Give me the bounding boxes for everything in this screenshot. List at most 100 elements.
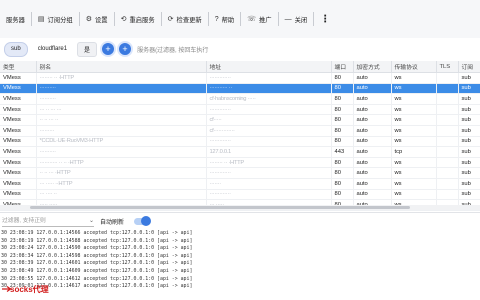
toolbar-close-button[interactable]: — 关闭 xyxy=(279,0,314,38)
toggle-knob xyxy=(141,215,152,226)
col-alias[interactable]: 别名 xyxy=(36,61,207,73)
cell-port: 80 xyxy=(331,167,354,179)
col-encryption[interactable]: 加密方式 xyxy=(353,61,392,73)
cell-type: VMess xyxy=(0,189,37,201)
toolbar-label: 重启服务 xyxy=(129,16,155,24)
cell-type: VMess xyxy=(0,83,37,95)
toolbar-label: 设置 xyxy=(94,16,108,24)
cell-port: 80 xyxy=(331,104,354,116)
cell-enc: auto xyxy=(353,157,392,169)
toolbar-help-button[interactable]: ? 帮助 xyxy=(209,0,241,38)
cell-sub: sub xyxy=(458,189,480,201)
toolbar-subscription-button[interactable]: ▤ 订阅分组 xyxy=(32,0,79,38)
cell-port: 80 xyxy=(331,157,354,169)
cell-port: 80 xyxy=(331,114,354,126)
toolbar-server-button[interactable]: 服务器 xyxy=(0,0,31,38)
table-row[interactable]: VMess ·········· cf·habnscoming ····· 80 aut… xyxy=(0,93,480,105)
more-menu-icon[interactable]: ⋮ xyxy=(314,14,336,25)
cell-type: VMess xyxy=(0,72,37,84)
table-row[interactable]: VMess ·· ·· ··· ·· cf····· 80 auto ws sub xyxy=(0,114,480,126)
col-type[interactable]: 类型 xyxy=(0,61,37,73)
cell-type: VMess xyxy=(0,125,37,137)
cell-net: ws xyxy=(391,104,437,116)
cell-enc: auto xyxy=(353,178,392,190)
chip-sub[interactable]: sub xyxy=(4,41,28,57)
log-line: 30 23:08:49 127.0.0.1:14609 accepted tcp… xyxy=(1,267,193,274)
cell-sub: sub xyxy=(458,104,480,116)
auto-refresh-label: 自动刷新 xyxy=(100,219,125,226)
cell-sub: sub xyxy=(458,125,480,137)
toolbar-label: 服务器 xyxy=(6,16,25,24)
cell-alias: ·········· xyxy=(36,93,207,105)
cell-tls xyxy=(436,83,459,95)
cell-addr: ······· xyxy=(206,178,332,190)
table-row[interactable]: VMess ········· cf············· 80 auto ws sub xyxy=(0,125,480,137)
add-server-button[interactable]: + xyxy=(119,43,132,55)
cell-type: VMess xyxy=(0,114,37,126)
toolbar-promote-button[interactable]: ☏ 推广 xyxy=(241,0,277,38)
toolbar-label: 检查更新 xyxy=(176,16,202,24)
cell-enc: auto xyxy=(353,210,392,211)
log-filter-row: 过滤器, 支持正则 ⌄ 自动刷新 xyxy=(0,212,480,229)
subscription-filter-row: sub cloudflare1 是 + + 服务器(过滤器, 按回车执行 xyxy=(0,38,480,60)
gear-icon: ⚙ xyxy=(85,16,92,23)
toolbar-update-button[interactable]: ⟳ 检查更新 xyxy=(162,0,208,38)
cell-net: ws xyxy=(391,189,437,201)
chevron-down-icon[interactable]: ⌄ xyxy=(89,216,94,226)
cell-tls xyxy=(436,114,459,126)
auto-refresh-toggle[interactable] xyxy=(134,215,152,226)
cell-addr: ··········· ·· xyxy=(206,83,332,95)
cell-alias: ··········· ·· ·· ·HTTP xyxy=(36,157,207,169)
cell-enc: auto xyxy=(353,114,392,126)
table-row[interactable]: VMess *CCDL·UE·RuoVM3·HTTP ············· 80… xyxy=(0,136,480,148)
cell-enc: auto xyxy=(353,146,392,158)
col-transport[interactable]: 传输协议 xyxy=(391,61,437,73)
cell-net: ws xyxy=(391,83,437,95)
table-row[interactable]: VMess ·········· 127.0.0.1 443 auto tcp sub xyxy=(0,146,480,158)
cell-alias: ·· ·· ··· ·HTTP xyxy=(36,167,207,179)
log-line: 30 23:08:55 127.0.0.1:14612 accepted tcp… xyxy=(1,275,193,282)
col-tls[interactable]: TLS xyxy=(436,61,459,73)
cell-alias: ··· ···· ·· xyxy=(36,189,207,201)
server-search-input[interactable]: 服务器(过滤器, 按回车执行 xyxy=(137,43,287,56)
cell-enc: auto xyxy=(353,83,392,95)
cell-alias: ········· xyxy=(36,125,207,137)
cell-port: 80 xyxy=(331,93,354,105)
horizontal-scrollbar[interactable] xyxy=(0,205,480,210)
cell-port: 80 xyxy=(331,83,354,95)
cell-addr: ············· xyxy=(206,167,332,179)
plus-icon: + xyxy=(105,44,111,54)
table-row[interactable]: VMess··················80autowssub xyxy=(0,210,480,211)
restart-icon: ⟲ xyxy=(120,16,127,23)
table-row[interactable]: VMess ········ ·· ·HTTP ············· 80 aut… xyxy=(0,72,480,84)
cell-port: 80 xyxy=(331,210,354,211)
toolbar-restart-button[interactable]: ⟲ 重启服务 xyxy=(115,0,161,38)
cell-addr: 127.0.0.1 xyxy=(206,146,332,158)
plus-icon: + xyxy=(122,44,128,54)
table-header: 类型 别名 地址 端口 加密方式 传输协议 TLS 订阅 xyxy=(0,61,480,73)
cell-tls xyxy=(436,104,459,116)
cell-type: VMess xyxy=(0,157,37,169)
col-subscription[interactable]: 订阅 xyxy=(458,61,480,73)
table-row[interactable]: VMess ··· ···· ·· ············· 80 auto ws sub xyxy=(0,189,480,201)
subscription-icon: ▤ xyxy=(37,16,45,23)
col-port[interactable]: 端口 xyxy=(331,61,354,73)
table-row[interactable]: VMess ··········· ·· ·· ·HTTP ········ ·· … xyxy=(0,157,480,169)
log-line: 30 23:08:24 127.0.0.1:14590 accepted tcp… xyxy=(1,245,193,252)
table-row[interactable]: VMess ··· ·· ··· ··· ············· 80 auto ws… xyxy=(0,104,480,116)
chip-yes[interactable]: 是 xyxy=(77,41,98,57)
add-subscription-button[interactable]: + xyxy=(102,43,115,55)
chip-cloudflare1[interactable]: cloudflare1 xyxy=(32,43,73,56)
table-row[interactable]: VMess ··· ····· ··HTTP ······· 80 auto ws sub xyxy=(0,178,480,190)
table-row[interactable]: VMess ·· ·· ··· ·HTTP ············· 80 auto w… xyxy=(0,167,480,179)
cell-addr: ············· xyxy=(206,104,332,116)
log-filter-input[interactable]: 过滤器, 支持正则 ⌄ xyxy=(2,216,94,227)
table-row[interactable]: VMess ·········· ··········· ·· 80 auto ws sub xyxy=(0,83,480,95)
cell-alias: ········· xyxy=(36,210,207,211)
scrollbar-thumb[interactable] xyxy=(30,206,410,209)
cell-type: VMess xyxy=(0,136,37,148)
cell-net: ws xyxy=(391,178,437,190)
toolbar-gear-button[interactable]: ⚙ 设置 xyxy=(80,0,114,38)
cell-net: ws xyxy=(391,210,437,211)
col-address[interactable]: 地址 xyxy=(206,61,332,73)
